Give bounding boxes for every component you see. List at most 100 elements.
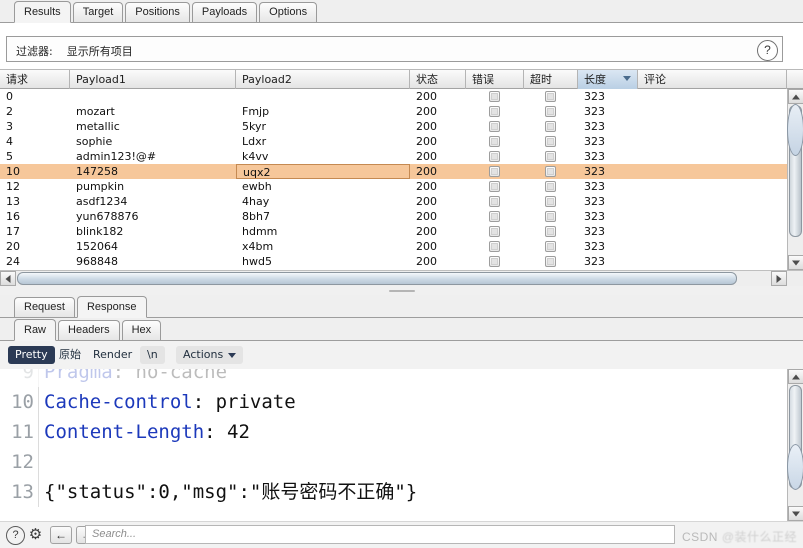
checkbox-error[interactable]: [489, 121, 500, 132]
column-header-status[interactable]: 状态: [410, 70, 466, 89]
checkbox-timeout[interactable]: [545, 136, 556, 147]
actions-button[interactable]: Actions: [176, 346, 244, 364]
cell-payload2: k4vv: [242, 150, 269, 163]
checkbox-timeout[interactable]: [545, 166, 556, 177]
checkbox-timeout[interactable]: [545, 226, 556, 237]
tab-target[interactable]: Target: [72, 2, 124, 22]
cell-request: 20: [6, 240, 20, 253]
table-row[interactable]: 4 sophie Ldxr 200 323: [0, 134, 787, 149]
checkbox-timeout[interactable]: [545, 181, 556, 192]
cell-status: 200: [416, 105, 437, 118]
checkbox-error[interactable]: [489, 151, 500, 162]
response-scroll-thumb[interactable]: [787, 385, 803, 490]
search-input[interactable]: Search...: [85, 525, 675, 544]
table-row[interactable]: 13 asdf1234 4hay 200 323: [0, 194, 787, 209]
tab-positions[interactable]: Positions: [125, 2, 190, 22]
response-scroll-up-arrow-icon[interactable]: [788, 369, 803, 384]
table-row[interactable]: 24 968848 hwd5 200 323: [0, 254, 787, 269]
results-vertical-scrollbar[interactable]: [787, 89, 803, 270]
checkbox-error[interactable]: [489, 196, 500, 207]
checkbox-error[interactable]: [489, 211, 500, 222]
column-header-request[interactable]: 请求: [0, 70, 70, 89]
response-raw-view[interactable]: 9 Pragma: no-cache 10 Cache-control: privat…: [0, 369, 803, 521]
table-row[interactable]: 5 admin123!@# k4vv 200 323: [0, 149, 787, 164]
cell-length: 323: [584, 150, 605, 163]
cell-comment: [638, 149, 787, 164]
checkbox-error[interactable]: [489, 226, 500, 237]
gutter-divider: [38, 447, 39, 477]
pretty-button[interactable]: Pretty: [8, 346, 55, 364]
raw-button[interactable]: 原始: [52, 346, 88, 364]
tab-options[interactable]: Options: [259, 2, 318, 22]
render-button[interactable]: Render: [86, 346, 139, 364]
checkbox-timeout[interactable]: [545, 196, 556, 207]
checkbox-timeout[interactable]: [545, 106, 556, 117]
scroll-up-arrow-icon[interactable]: [788, 89, 803, 104]
newline-button[interactable]: \n: [140, 346, 165, 364]
cell-status: 200: [416, 120, 437, 133]
column-header-payload2[interactable]: Payload2: [236, 70, 410, 89]
table-row[interactable]: 17 blink182 hdmm 200 323: [0, 224, 787, 239]
checkbox-timeout[interactable]: [545, 121, 556, 132]
response-vertical-scrollbar[interactable]: [787, 369, 803, 521]
checkbox-timeout[interactable]: [545, 256, 556, 267]
checkbox-timeout[interactable]: [545, 241, 556, 252]
column-header-length[interactable]: 长度: [578, 70, 638, 89]
arrow-left-icon[interactable]: ←: [50, 526, 72, 544]
table-row[interactable]: 12 pumpkin ewbh 200 323: [0, 179, 787, 194]
cell-payload2: [236, 89, 410, 104]
table-body[interactable]: 0 200 323 2 mozart Fmjp 200 323 3 metallic 5kyr 200…: [0, 89, 787, 270]
column-header-error[interactable]: 错误: [466, 70, 524, 89]
tab-response[interactable]: Response: [76, 296, 147, 318]
tab-hex[interactable]: Hex: [121, 320, 162, 340]
question-mark-icon[interactable]: ?: [6, 526, 25, 545]
cell-comment: [638, 194, 787, 209]
results-hscroll-thumb[interactable]: [17, 272, 737, 285]
cell-comment: [638, 89, 787, 104]
burp-intruder-tabs: Results Target Positions Payloads Option…: [0, 0, 803, 23]
cell-status: 200: [416, 225, 437, 238]
column-header-payload1[interactable]: Payload1: [70, 70, 236, 89]
table-row[interactable]: 20 152064 x4bm 200 323: [0, 239, 787, 254]
cell-payload1: sophie: [76, 135, 113, 148]
tab-payloads[interactable]: Payloads: [191, 2, 258, 22]
cell-payload1: asdf1234: [76, 195, 128, 208]
checkbox-error[interactable]: [489, 91, 500, 102]
table-row[interactable]: 0 200 323: [0, 89, 787, 104]
checkbox-timeout[interactable]: [545, 211, 556, 222]
panel-splitter[interactable]: [0, 286, 803, 295]
tab-results[interactable]: Results: [14, 1, 71, 23]
table-row[interactable]: 2 mozart Fmjp 200 323: [0, 104, 787, 119]
scroll-right-arrow-icon[interactable]: [771, 271, 787, 286]
column-header-comment[interactable]: 评论: [638, 70, 787, 89]
tab-request[interactable]: Request: [14, 297, 75, 317]
table-row[interactable]: 3 metallic 5kyr 200 323: [0, 119, 787, 134]
checkbox-error[interactable]: [489, 241, 500, 252]
results-horizontal-scrollbar[interactable]: [0, 270, 803, 286]
checkbox-error[interactable]: [489, 181, 500, 192]
results-scroll-thumb[interactable]: [787, 104, 803, 237]
checkbox-error[interactable]: [489, 256, 500, 267]
scroll-left-arrow-icon[interactable]: [0, 271, 16, 286]
line-number: 11: [11, 421, 34, 443]
question-mark-icon[interactable]: ?: [757, 40, 778, 61]
tab-headers[interactable]: Headers: [58, 320, 120, 340]
tab-raw[interactable]: Raw: [14, 319, 57, 341]
table-row[interactable]: 10 147258 uqx2 200 323: [0, 164, 787, 179]
checkbox-error[interactable]: [489, 136, 500, 147]
column-header-timeout[interactable]: 超时: [524, 70, 578, 89]
checkbox-error[interactable]: [489, 106, 500, 117]
cell-payload2: ewbh: [242, 180, 272, 193]
cell-comment: [638, 224, 787, 239]
cell-payload1: [70, 89, 236, 104]
checkbox-error[interactable]: [489, 166, 500, 177]
checkbox-timeout[interactable]: [545, 151, 556, 162]
scroll-down-arrow-icon[interactable]: [788, 255, 803, 270]
cell-payload1: 968848: [76, 255, 118, 268]
filter-bar[interactable]: 过滤器: 显示所有项目 ?: [6, 36, 783, 62]
gear-icon[interactable]: ⚙: [27, 526, 44, 543]
table-row[interactable]: 16 yun678876 8bh7 200 323: [0, 209, 787, 224]
checkbox-timeout[interactable]: [545, 91, 556, 102]
response-scroll-down-arrow-icon[interactable]: [788, 506, 803, 521]
cell-request: 0: [6, 90, 13, 103]
